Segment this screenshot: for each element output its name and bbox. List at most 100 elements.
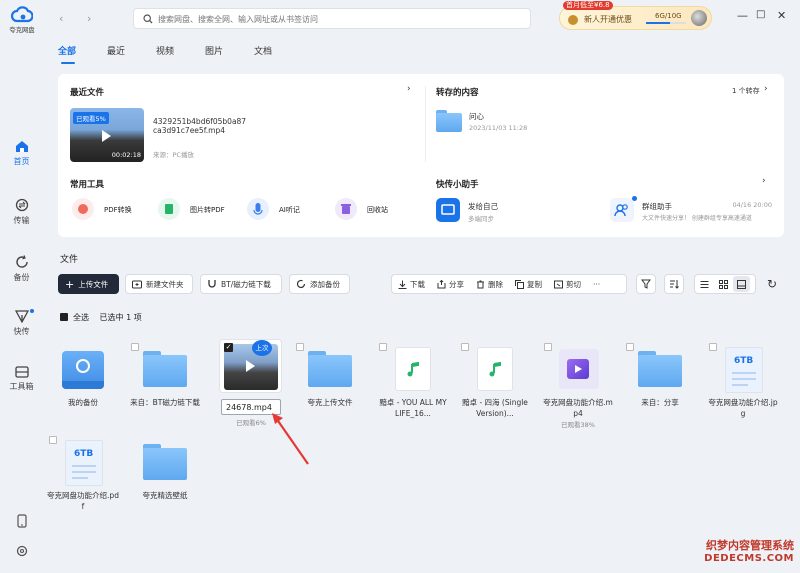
tab-image[interactable]: 图片 — [205, 44, 223, 57]
bt-download-label: BT/磁力链下载 — [221, 279, 271, 289]
recent-more-chevron-icon[interactable]: › — [407, 84, 411, 94]
device-icon — [436, 198, 460, 222]
more-action[interactable]: ··· — [587, 280, 606, 289]
file-item[interactable]: 黯卓 - 四海 (Single Version)... — [459, 343, 531, 419]
delete-action[interactable]: 删除 — [470, 279, 509, 290]
tab-video[interactable]: 视频 — [156, 44, 174, 57]
file-item[interactable]: 夸克上传文件 — [294, 343, 366, 408]
file-action-toolbar: 下载 分享 删除 复制 剪切 ··· — [391, 274, 627, 294]
tab-document[interactable]: 文档 — [254, 44, 272, 57]
send-to-self[interactable]: 发给自己 多端同步 — [436, 198, 576, 223]
share-icon — [437, 279, 446, 288]
cut-label: 剪切 — [566, 279, 581, 289]
nav-quick-send[interactable]: 快传 — [0, 309, 43, 337]
file-item[interactable]: 来自：分享 — [624, 343, 696, 408]
file-name: 夸克网盘功能介绍.pdf — [47, 491, 119, 511]
transfer-icon — [15, 198, 28, 212]
add-backup-label: 添加备份 — [310, 279, 340, 289]
microphone-icon — [247, 198, 269, 220]
selected-count: 已选中 1 项 — [99, 313, 142, 322]
folder-icon — [633, 345, 687, 393]
list-view-button[interactable] — [695, 280, 714, 289]
tab-recent[interactable]: 最近 — [107, 44, 125, 57]
nav-toolbox[interactable]: 工具箱 — [0, 365, 43, 392]
share-action[interactable]: 分享 — [431, 279, 470, 290]
play-icon — [246, 360, 255, 372]
nav-home[interactable]: 首页 — [0, 140, 43, 167]
saved-count[interactable]: 1 个转存 — [732, 86, 760, 96]
nav-mobile[interactable] — [0, 514, 43, 531]
search-bar[interactable] — [133, 8, 531, 29]
nav-transfer[interactable]: 传输 — [0, 198, 43, 226]
app-logo[interactable]: 夸克网盘 — [8, 6, 36, 35]
watermark-line1: 织梦内容管理系统 — [706, 539, 794, 552]
play-icon — [102, 130, 111, 142]
upload-button-label: 上传文件 — [78, 279, 109, 289]
notification-dot — [30, 309, 34, 313]
assistant-chevron-icon[interactable]: › — [762, 176, 766, 186]
new-folder-button[interactable]: 新建文件夹 — [125, 274, 193, 294]
vip-icon — [568, 15, 578, 25]
file-name: 夸克精选壁纸 — [142, 491, 188, 500]
music-file-icon — [386, 345, 440, 393]
nav-transfer-label: 传输 — [13, 216, 30, 225]
close-icon[interactable]: ✕ — [777, 9, 786, 22]
recent-file-info[interactable]: 4329251b4bd6f05b0a87 ca3d91c7ee5f.mp4 来源… — [153, 117, 246, 159]
tool-label: AI听记 — [279, 206, 300, 214]
send-to-self-sub: 多端同步 — [468, 215, 494, 223]
file-item[interactable]: 6TB 夸克网盘功能介绍.jpg — [707, 343, 779, 419]
large-view-button[interactable] — [733, 276, 750, 292]
trash-icon — [477, 280, 484, 288]
saved-more-chevron-icon[interactable]: › — [764, 84, 768, 94]
group-assistant-date: 04/16 20:00 — [732, 201, 772, 209]
pdf-convert-icon — [72, 198, 94, 220]
file-item[interactable]: 来自：BT磁力链下载 — [129, 343, 201, 408]
recent-source: 来源：PC播放 — [153, 151, 194, 159]
backup-folder-icon — [56, 345, 110, 393]
storage-bar — [646, 22, 686, 24]
file-item[interactable]: 夸克网盘功能介绍.mp4 已观看38% — [542, 343, 614, 429]
tab-all[interactable]: 全部 — [58, 44, 76, 57]
copy-action[interactable]: 复制 — [509, 279, 548, 290]
nav-settings[interactable] — [0, 545, 43, 560]
recent-files-title: 最近文件 — [70, 88, 105, 98]
file-item[interactable]: 6TB 夸克网盘功能介绍.pdf — [47, 436, 119, 512]
select-all-checkbox[interactable] — [60, 313, 68, 321]
filter-button[interactable] — [636, 274, 656, 294]
file-item[interactable]: 夸克精选壁纸 — [129, 438, 201, 501]
file-item[interactable]: 黯卓 - YOU ALL MY LIFE_16... — [377, 343, 449, 419]
saved-item-name: 问心 — [469, 112, 484, 121]
divider — [425, 86, 426, 162]
file-item[interactable]: 我的备份 — [47, 345, 119, 408]
download-action[interactable]: 下载 — [392, 279, 431, 290]
file-checkbox-checked[interactable]: ✓ — [224, 343, 233, 352]
back-arrow-icon[interactable]: ‹ — [59, 12, 63, 25]
cut-icon — [554, 280, 563, 288]
avatar[interactable] — [691, 10, 707, 26]
recent-video-thumbnail[interactable]: 已观看5% 00:02:18 — [70, 108, 144, 162]
search-input[interactable] — [158, 12, 518, 26]
cut-action[interactable]: 剪切 — [548, 279, 587, 290]
group-assistant[interactable]: 群组助手 04/16 20:00 大文件快速分享！ 创建群组专享高速通道 — [610, 196, 776, 222]
share-label: 分享 — [449, 279, 464, 289]
file-name: 来自：BT磁力链下载 — [130, 398, 200, 407]
new-folder-icon — [132, 280, 142, 288]
nav-backup[interactable]: 备份 — [0, 255, 43, 283]
grid-view-button[interactable] — [714, 279, 733, 289]
add-backup-button[interactable]: 添加备份 — [289, 274, 350, 294]
forward-arrow-icon[interactable]: › — [87, 12, 91, 25]
bt-download-button[interactable]: BT/磁力链下载 — [200, 274, 282, 294]
grid-icon — [719, 279, 728, 289]
sort-button[interactable] — [664, 274, 684, 294]
refresh-icon[interactable]: ↻ — [767, 277, 777, 291]
select-all-label[interactable]: 全选 — [73, 313, 89, 322]
minimize-icon[interactable]: — — [737, 9, 748, 22]
more-icon: ··· — [593, 279, 601, 289]
upload-button[interactable]: + 上传文件 — [58, 274, 119, 294]
video-file-icon — [551, 345, 605, 393]
watched-badge: 已观看5% — [73, 112, 109, 124]
folder-icon — [303, 345, 357, 393]
plus-icon: + — [65, 277, 75, 291]
maximize-icon[interactable]: □ — [756, 9, 765, 20]
folder-icon — [138, 438, 192, 486]
